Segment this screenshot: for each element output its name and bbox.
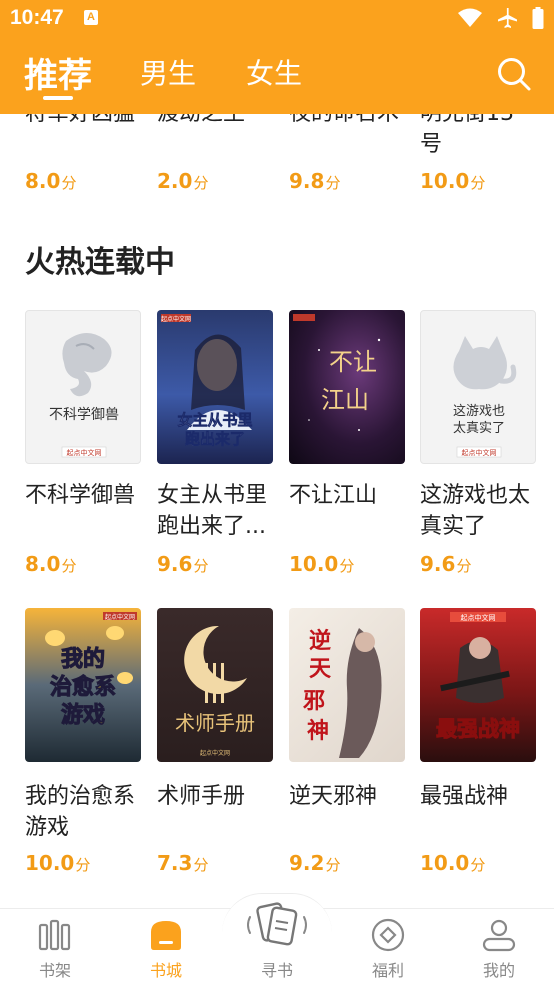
cover-art: 最强战神 起点中文网 [436, 612, 521, 742]
book-feed[interactable]: 将军好凶猛 渡劫之王 夜的命名术 明克街13 号 8.0分 2.0分 9.8分 … [0, 114, 554, 908]
svg-text:起点中文网: 起点中文网 [105, 613, 135, 621]
cover-art: 我的 治愈系 游戏 起点中文网 [45, 612, 137, 729]
book-score: 2.0分 [157, 169, 209, 193]
book-cover[interactable]: 逆 天 邪 神 [289, 608, 405, 762]
status-icons [458, 7, 544, 29]
nav-find-book[interactable]: 寻书 [237, 902, 317, 984]
cover-art: 女主从书里 跑出来了 起点中文网 [161, 314, 253, 448]
book-cover[interactable]: 术师手册 起点中文网 [157, 608, 273, 762]
book-title[interactable]: 夜的命名术 [289, 114, 413, 129]
cover-art: 逆 天 邪 神 [302, 628, 382, 758]
book-title[interactable]: 不科学御兽 [25, 480, 149, 511]
book-cover[interactable]: 女主从书里 跑出来了 起点中文网 [157, 310, 273, 464]
svg-text:最强战神: 最强战神 [436, 717, 520, 741]
nav-bookstore[interactable]: 书城 [126, 909, 206, 984]
svg-text:术师手册: 术师手册 [175, 711, 255, 735]
cover-art: 术师手册 起点中文网 [175, 625, 255, 757]
book-title-line2[interactable]: 号 [420, 129, 544, 160]
book-title[interactable]: 女主从书里 [157, 480, 281, 511]
svg-text:起点中文网: 起点中文网 [67, 448, 102, 457]
svg-text:女主从书里: 女主从书里 [177, 411, 252, 429]
book-title-line2[interactable]: 跑出来了... [157, 511, 281, 542]
dragon-icon: 不科学御兽 起点中文网 [49, 332, 119, 458]
nav-welfare[interactable]: 福利 [348, 909, 428, 984]
nav-label: 福利 [371, 961, 404, 980]
svg-text:起点中文网: 起点中文网 [161, 315, 191, 323]
book-title[interactable]: 最强战神 [420, 781, 544, 812]
svg-text:起点中文网: 起点中文网 [200, 749, 230, 757]
book-title[interactable]: 渡劫之王 [157, 114, 281, 129]
wifi-icon [458, 8, 482, 27]
airplane-icon [498, 8, 517, 28]
svg-text:游戏: 游戏 [61, 702, 105, 728]
bookshelf-icon [38, 919, 71, 951]
book-score: 10.0分 [420, 851, 486, 875]
svg-text:这游戏也: 这游戏也 [453, 403, 505, 419]
svg-text:逆: 逆 [309, 628, 331, 654]
book-score: 10.0分 [25, 851, 91, 875]
nav-label: 我的 [482, 961, 515, 980]
svg-text:太真实了: 太真实了 [453, 421, 505, 436]
book-title[interactable]: 逆天邪神 [289, 781, 413, 812]
svg-text:天: 天 [309, 656, 332, 682]
book-cover[interactable]: 不让 江山 [289, 310, 405, 464]
book-title-line2[interactable]: 真实了 [420, 511, 544, 542]
bookstore-icon [151, 921, 181, 950]
sim-badge-icon: A [84, 10, 98, 25]
book-title[interactable]: 这游戏也太 [420, 480, 544, 511]
book-score: 8.0分 [25, 552, 77, 576]
status-time: 10:47 [10, 6, 64, 29]
cat-icon: 这游戏也 太真实了 起点中文网 [453, 336, 517, 458]
tab-female[interactable]: 女生 [246, 52, 302, 92]
book-score: 7.3分 [157, 851, 209, 875]
svg-text:起点中文网: 起点中文网 [461, 613, 496, 622]
book-title-line2[interactable]: 游戏 [25, 812, 149, 843]
nav-label: 寻书 [260, 961, 293, 980]
book-score: 9.8分 [289, 169, 341, 193]
book-title[interactable]: 明克街13 [420, 114, 544, 129]
profile-icon [482, 919, 516, 952]
svg-text:我的: 我的 [61, 646, 105, 672]
tab-recommend[interactable]: 推荐 [24, 48, 92, 97]
book-title[interactable]: 术师手册 [157, 781, 281, 812]
book-cover[interactable]: 我的 治愈系 游戏 起点中文网 [25, 608, 141, 762]
nav-label: 书架 [38, 961, 71, 980]
search-icon[interactable] [496, 56, 532, 92]
svg-text:江山: 江山 [321, 386, 369, 414]
tab-male[interactable]: 男生 [140, 52, 196, 92]
section-title: 火热连载中 [25, 245, 175, 280]
book-cover[interactable]: 这游戏也 太真实了 起点中文网 [420, 310, 536, 464]
book-score: 9.2分 [289, 851, 341, 875]
nav-bookshelf[interactable]: 书架 [15, 909, 95, 984]
book-score: 8.0分 [25, 169, 77, 193]
book-title[interactable]: 将军好凶猛 [25, 114, 149, 129]
svg-text:起点中文网: 起点中文网 [462, 448, 497, 457]
nav-profile[interactable]: 我的 [459, 909, 539, 984]
cover-art: 不让 江山 [293, 314, 381, 431]
svg-text:不科学御兽: 不科学御兽 [49, 407, 119, 423]
book-score: 10.0分 [420, 169, 486, 193]
book-score: 9.6分 [420, 552, 472, 576]
bottom-nav: 书架 书城 寻书 福利 我的 [0, 893, 554, 984]
status-bar: 10:47 A [0, 0, 554, 36]
svg-text:治愈系: 治愈系 [50, 674, 116, 700]
book-cover[interactable]: 最强战神 起点中文网 [420, 608, 536, 762]
svg-text:不让: 不让 [329, 348, 377, 376]
book-title[interactable]: 我的治愈系 [25, 781, 149, 812]
book-score: 9.6分 [157, 552, 209, 576]
find-book-icon [247, 902, 307, 946]
svg-text:跑出来了: 跑出来了 [185, 430, 245, 448]
nav-label: 书城 [149, 961, 182, 980]
svg-text:神: 神 [307, 718, 329, 744]
welfare-icon [371, 918, 405, 952]
top-header: 推荐 男生 女生 [0, 36, 554, 114]
book-score: 10.0分 [289, 552, 355, 576]
svg-text:邪: 邪 [302, 688, 325, 714]
tab-indicator [43, 96, 73, 100]
book-cover[interactable]: 不科学御兽 起点中文网 [25, 310, 141, 464]
battery-icon [532, 7, 544, 29]
book-title[interactable]: 不让江山 [289, 480, 413, 511]
